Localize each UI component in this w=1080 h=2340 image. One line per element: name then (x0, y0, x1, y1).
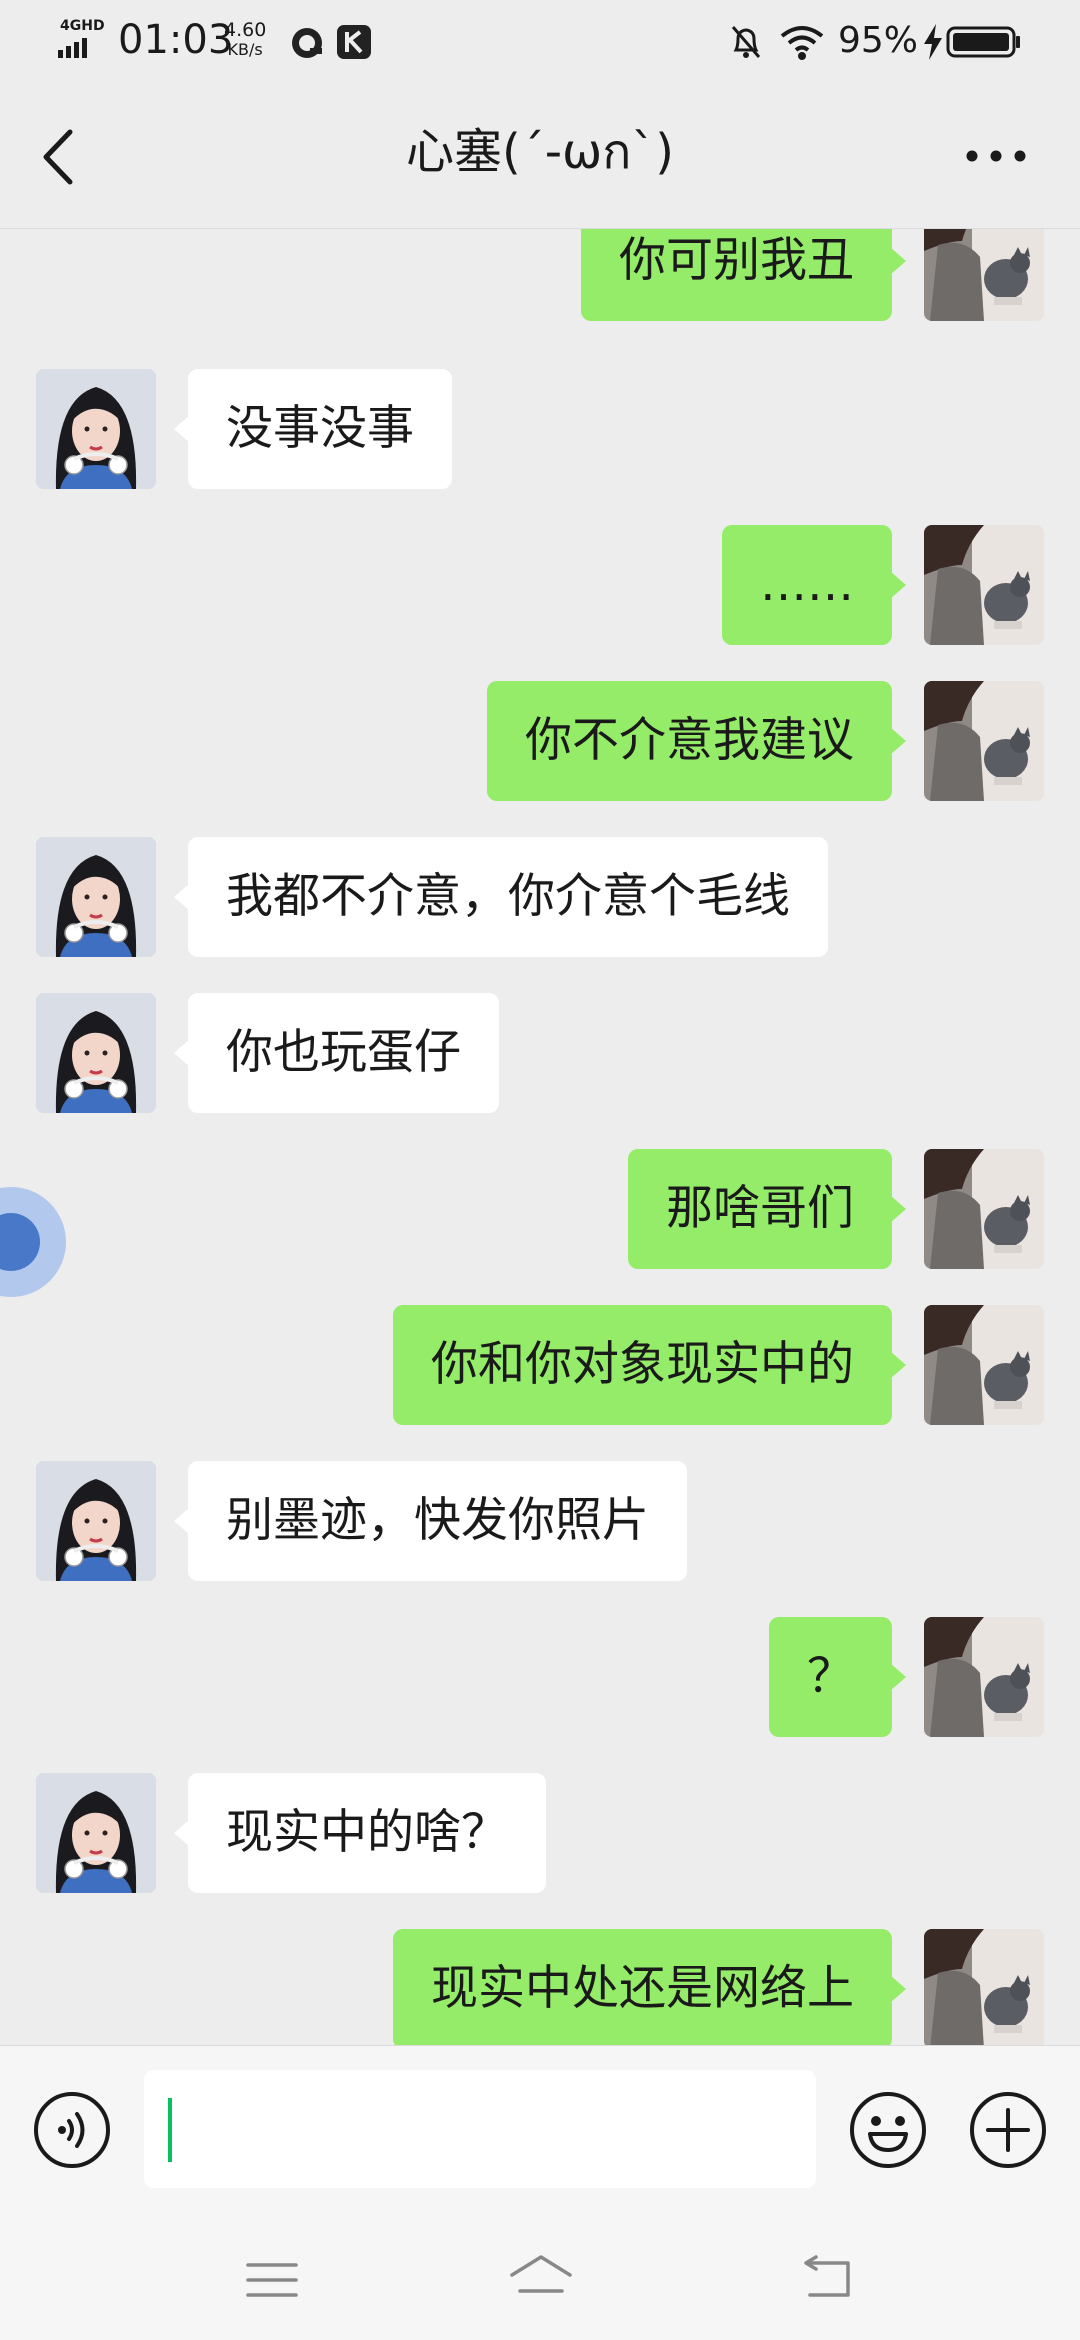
message-bubble-outgoing[interactable]: 现实中处还是网络上 (393, 1929, 906, 2045)
message-bubble-outgoing[interactable]: …… (722, 525, 906, 645)
message-bubble-outgoing[interactable]: 你可别我丑 (581, 229, 906, 321)
status-bar: 4GHD 01:03 4.60 KB/s 95% (0, 0, 1080, 84)
floating-assistant-button[interactable] (0, 1187, 66, 1297)
my-avatar[interactable] (924, 681, 1044, 801)
back-chevron-icon[interactable] (34, 124, 84, 190)
contact-avatar[interactable] (36, 1773, 156, 1893)
floating-assistant-icon (0, 1213, 40, 1271)
status-time: 01:03 (118, 17, 234, 63)
home-icon[interactable] (506, 2251, 576, 2303)
my-avatar[interactable] (924, 1617, 1044, 1737)
charging-bolt-icon (924, 24, 942, 60)
message-bubble-outgoing[interactable]: 你和你对象现实中的 (393, 1305, 906, 1425)
message-bubble-incoming[interactable]: 我都不介意，你介意个毛线 (174, 837, 828, 957)
text-cursor (168, 2098, 172, 2162)
avatar-image (924, 1149, 1044, 1269)
recent-apps-icon[interactable] (244, 2259, 300, 2301)
plus-icon[interactable] (968, 2090, 1048, 2170)
avatar-image (924, 1305, 1044, 1425)
network-type-label: 4GHD (60, 18, 105, 34)
message-input[interactable] (144, 2070, 816, 2188)
contact-avatar[interactable] (36, 993, 156, 1113)
network-speed-unit: KB/s (227, 40, 263, 59)
avatar-image (924, 525, 1044, 645)
system-back-icon[interactable] (796, 2255, 856, 2303)
message-bubble-outgoing[interactable]: ？ (769, 1617, 906, 1737)
system-navigation-bar (0, 2215, 1080, 2340)
avatar-image (924, 229, 1044, 321)
my-avatar[interactable] (924, 229, 1044, 321)
contact-avatar[interactable] (36, 1461, 156, 1581)
avatar-image (36, 1461, 156, 1581)
message-bubble-outgoing[interactable]: 那啥哥们 (628, 1149, 906, 1269)
notification-app-icon (292, 28, 322, 58)
message-bubble-incoming[interactable]: 现实中的啥？ (174, 1773, 546, 1893)
message-bubble-outgoing[interactable]: 你不介意我建议 (487, 681, 906, 801)
battery-percent: 95% (838, 20, 919, 61)
my-avatar[interactable] (924, 1929, 1044, 2045)
network-speed: 4.60 KB/s (224, 20, 266, 60)
my-avatar[interactable] (924, 1305, 1044, 1425)
chat-title: 心塞(´-ωก`) (405, 124, 675, 180)
bell-muted-icon (731, 26, 761, 58)
avatar-image (36, 369, 156, 489)
my-avatar[interactable] (924, 1149, 1044, 1269)
network-speed-value: 4.60 (224, 19, 267, 41)
contact-avatar[interactable] (36, 369, 156, 489)
battery-icon (946, 26, 1020, 58)
avatar-image (36, 993, 156, 1113)
cellular-signal-icon: 4GHD (58, 18, 106, 60)
wifi-icon (780, 26, 824, 60)
emoji-icon[interactable] (848, 2090, 928, 2170)
contact-avatar[interactable] (36, 837, 156, 957)
message-bubble-incoming[interactable]: 没事没事 (174, 369, 452, 489)
message-list[interactable]: 你可别我丑 没事没事 …… 你不介意我建议 我都不介意，你介意个毛线 你也玩蛋仔… (0, 229, 1080, 2045)
message-bubble-incoming[interactable]: 别墨迹，快发你照片 (174, 1461, 687, 1581)
k-app-icon (337, 25, 371, 59)
my-avatar[interactable] (924, 525, 1044, 645)
avatar-image (924, 1617, 1044, 1737)
chat-header: 心塞(´-ωก`) (0, 84, 1080, 229)
message-bubble-incoming[interactable]: 你也玩蛋仔 (174, 993, 499, 1113)
avatar-image (36, 837, 156, 957)
avatar-image (924, 1929, 1044, 2045)
avatar-image (36, 1773, 156, 1893)
voice-icon[interactable] (32, 2090, 112, 2170)
input-bar (0, 2045, 1080, 2216)
avatar-image (924, 681, 1044, 801)
more-horizontal-icon[interactable] (962, 136, 1030, 176)
